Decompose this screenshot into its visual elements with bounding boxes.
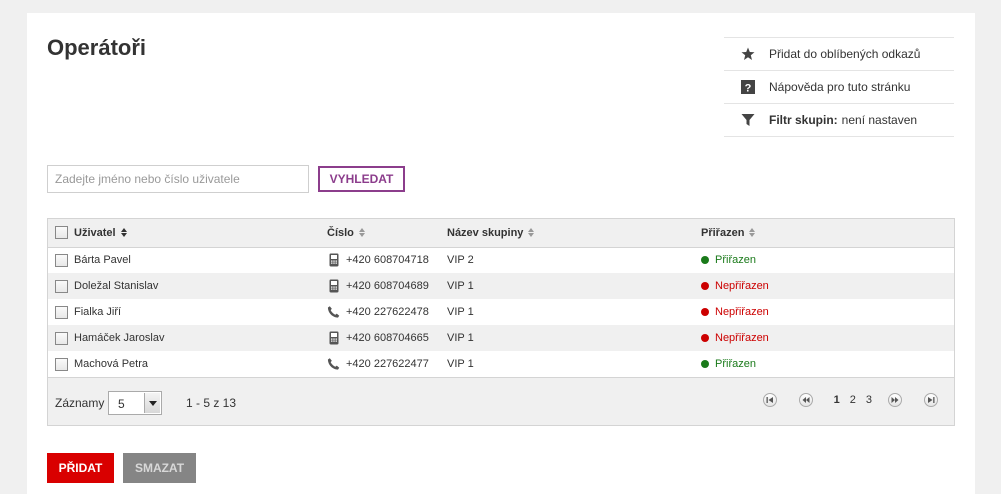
column-label-group: Název skupiny: [447, 226, 524, 239]
row-checkbox[interactable]: [55, 305, 68, 319]
svg-text:?: ?: [744, 83, 751, 95]
page-3-link[interactable]: 3: [866, 394, 872, 406]
next-page-icon[interactable]: [888, 393, 902, 407]
star-icon: [740, 47, 755, 62]
phone-number: +420 608704689: [346, 280, 429, 292]
table-row[interactable]: Bárta Pavel +420 608704718 VIP 2 Přiřaze…: [48, 247, 954, 273]
sort-icon[interactable]: [528, 228, 535, 238]
table-row[interactable]: Fialka Jiří +420 227622478 VIP 1 Nepřiřa…: [48, 299, 954, 325]
records-label: Záznamy: [55, 396, 105, 410]
row-checkbox[interactable]: [55, 331, 68, 345]
phone-number: +420 227622477: [346, 358, 429, 370]
user-name: Fialka Jiří: [74, 306, 122, 318]
previous-page-icon[interactable]: [798, 393, 813, 407]
row-checkbox[interactable]: [55, 357, 68, 371]
status-dot-icon: [701, 255, 709, 264]
group-name: VIP 1: [447, 280, 474, 292]
chevron-down-icon[interactable]: [144, 393, 160, 413]
group-name: VIP 1: [447, 358, 474, 370]
pagination: 1 2 3: [762, 393, 938, 407]
table-footer: Záznamy 5 1 - 5 z 13 1 2 3: [48, 377, 954, 425]
add-favorite-link[interactable]: Přidat do oblíbených odkazů: [724, 38, 954, 71]
status-dot-icon: [701, 281, 709, 290]
mobile-icon: [327, 279, 340, 293]
status-text: Přiřazen: [715, 253, 756, 266]
status-text: Nepřiřazen: [715, 279, 769, 292]
group-name: VIP 1: [447, 332, 474, 344]
select-all-checkbox[interactable]: [55, 226, 68, 240]
column-header-number[interactable]: Číslo: [327, 219, 447, 247]
sort-icon[interactable]: [358, 228, 365, 238]
column-label-user: Uživatel: [74, 226, 116, 239]
column-label-assigned: Přiřazen: [701, 226, 745, 239]
phone-number: +420 227622478: [346, 306, 429, 318]
status-text: Přiřazen: [715, 357, 756, 370]
group-filter-value: není nastaven: [841, 113, 918, 127]
phone-icon: [327, 305, 340, 319]
funnel-icon: [740, 113, 755, 128]
status-dot-icon: [701, 333, 709, 342]
group-filter-link[interactable]: Filtr skupin: není nastaven: [724, 104, 954, 137]
status-badge: Přiřazen: [701, 358, 756, 370]
last-page-icon[interactable]: [924, 393, 938, 407]
status-text: Nepřiřazen: [715, 331, 769, 344]
table-row[interactable]: Doležal Stanislav +420 608704689 VIP 1 N…: [48, 273, 954, 299]
search-button[interactable]: VYHLEDAT: [318, 166, 405, 192]
first-page-icon[interactable]: [762, 393, 777, 407]
status-badge: Nepřiřazen: [701, 280, 769, 292]
records-range: 1 - 5 z 13: [186, 396, 237, 410]
page-1-link[interactable]: 1: [834, 394, 840, 406]
page-size-value: 5: [118, 397, 125, 411]
group-name: VIP 2: [447, 254, 474, 267]
page-title: Operátoři: [47, 35, 147, 60]
user-name: Bárta Pavel: [74, 254, 131, 267]
table-row[interactable]: Machová Petra +420 227622477 VIP 1 Přiřa…: [48, 351, 954, 377]
phone-number: +420 608704665: [346, 332, 429, 344]
row-checkbox[interactable]: [55, 279, 68, 293]
group-name: VIP 1: [447, 306, 474, 318]
column-header-user[interactable]: Uživatel: [74, 219, 327, 247]
page-size-select[interactable]: 5: [108, 391, 162, 415]
page-help-label: Nápověda pro tuto stránku: [769, 80, 911, 94]
user-name: Doležal Stanislav: [74, 280, 159, 292]
phone-number: +420 608704718: [346, 254, 429, 267]
group-filter-label: Filtr skupin:: [769, 113, 838, 127]
column-header-assigned[interactable]: Přiřazen: [701, 219, 954, 247]
main-panel: Operátoři Přidat do oblíbených odkazů ? …: [27, 13, 975, 494]
operators-table: Uživatel Číslo Název skupiny Přiřazen Bá…: [47, 218, 955, 426]
sort-icon[interactable]: [120, 228, 127, 238]
delete-button[interactable]: SMAZAT: [123, 453, 196, 483]
status-badge: Přiřazen: [701, 254, 756, 266]
user-name: Hamáček Jaroslav: [74, 332, 165, 344]
search-input[interactable]: [47, 165, 309, 193]
user-name: Machová Petra: [74, 358, 148, 370]
sort-icon[interactable]: [749, 228, 756, 238]
quick-links: Přidat do oblíbených odkazů ? Nápověda p…: [724, 37, 954, 137]
add-favorite-label: Přidat do oblíbených odkazů: [769, 47, 921, 61]
help-icon: ?: [740, 80, 755, 95]
status-badge: Nepřiřazen: [701, 332, 769, 344]
mobile-icon: [327, 253, 340, 267]
row-checkbox[interactable]: [55, 253, 68, 267]
status-dot-icon: [701, 307, 709, 316]
page-help-link[interactable]: ? Nápověda pro tuto stránku: [724, 71, 954, 104]
table-header-row: Uživatel Číslo Název skupiny Přiřazen: [48, 219, 954, 247]
mobile-icon: [327, 331, 340, 345]
status-text: Nepřiřazen: [715, 305, 769, 318]
status-badge: Nepřiřazen: [701, 306, 769, 318]
column-header-group[interactable]: Název skupiny: [447, 219, 701, 247]
phone-icon: [327, 357, 340, 371]
column-label-number: Číslo: [327, 226, 354, 239]
add-button[interactable]: PŘIDAT: [47, 453, 114, 483]
table-row[interactable]: Hamáček Jaroslav +420 608704665 VIP 1 Ne…: [48, 325, 954, 351]
status-dot-icon: [701, 359, 709, 368]
page-2-link[interactable]: 2: [850, 394, 856, 406]
